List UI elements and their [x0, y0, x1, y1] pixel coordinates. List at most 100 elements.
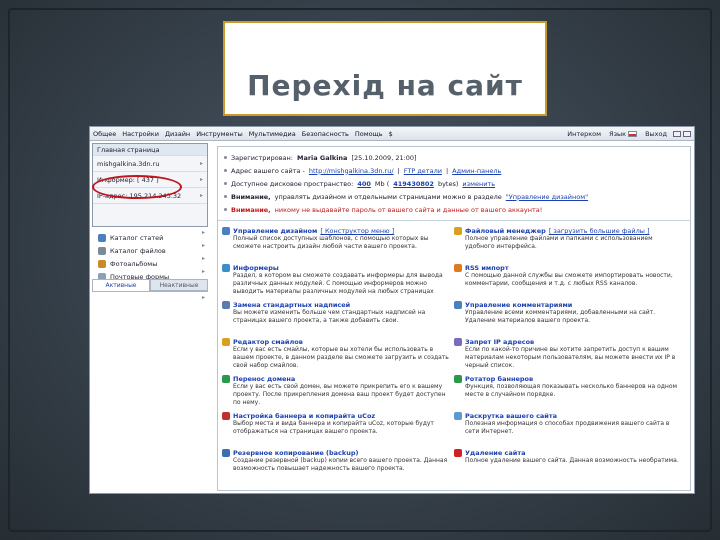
chevron-right-icon: ▸	[202, 255, 206, 262]
feature-extra-link[interactable]: [ загрузить большие файлы ]	[549, 227, 650, 235]
sidebar-empty-area	[92, 291, 208, 491]
registered-user: Maria Galkina	[296, 153, 348, 162]
feature-header: Информеры	[222, 264, 450, 272]
feature-item: Замена стандартных надписей Вы можете изм…	[222, 301, 450, 333]
bullet-icon	[224, 182, 227, 185]
sidebar-item-label: Каталог файлов	[110, 246, 166, 255]
feature-item: Настройка баннера и копирайта uCoz Выбор …	[222, 412, 450, 444]
sidebar-item-files[interactable]: Каталог файлов	[92, 244, 208, 257]
ftp-details-link[interactable]: FTP детали	[404, 167, 442, 175]
feature-description: С помощью данной службы вы сможете импор…	[465, 272, 673, 287]
minimize-icon[interactable]	[673, 130, 681, 137]
chevron-right-icon: ▸	[199, 160, 203, 167]
articles-icon	[98, 233, 106, 242]
feature-description: Если у вас есть смайлы, которые вы хотел…	[233, 346, 449, 369]
sidebar-item-photos[interactable]: Фотоальбомы	[92, 257, 208, 270]
feature-extra-link[interactable]: [ Конструктор меню ]	[320, 227, 394, 235]
interop-link[interactable]: Интерком	[567, 130, 601, 138]
slide-title: Перехід на сайт	[247, 69, 523, 102]
feature-title-link[interactable]: Настройка баннера и копирайта uCoz	[233, 412, 375, 420]
site-url-link[interactable]: http://mishgalkina.3dn.ru/	[309, 167, 394, 175]
feature-title-link[interactable]: Запрет IP адресов	[465, 338, 534, 346]
feature-title-link[interactable]: Резервное копирование (backup)	[233, 449, 358, 457]
feature-title-link[interactable]: Перенос домена	[233, 375, 295, 383]
dropdown-item-site-link[interactable]: mishgalkina.3dn.ru ▸	[93, 156, 207, 172]
dropdown-item-label: Главная страница	[97, 145, 160, 154]
menu-help[interactable]: Помощь	[355, 130, 383, 138]
feature-description: Полезная информация о способах продвижен…	[465, 420, 670, 435]
space-unit: Mb (	[374, 179, 390, 188]
info-label: Зарегистрирован:	[231, 153, 293, 162]
feature-header: Файловый менеджер[ загрузить большие фай…	[454, 227, 682, 235]
maximize-icon[interactable]	[683, 130, 691, 137]
bullet-icon	[224, 156, 227, 159]
feature-description: Создание резервной (backup) копии всего …	[233, 457, 448, 472]
sidebar-tabs: Активные Неактивные	[92, 279, 208, 291]
space-suffix: bytes)	[437, 179, 459, 188]
window-buttons	[673, 130, 691, 137]
feature-title-link[interactable]: RSS импорт	[465, 264, 509, 272]
info-label: Адрес вашего сайта -	[231, 166, 305, 175]
feature-item: Редактор смайлов Если у вас есть смайлы, …	[222, 338, 450, 370]
feature-header: Перенос домена	[222, 375, 450, 383]
tab-active[interactable]: Активные	[92, 279, 150, 291]
feature-description: Полный список доступных шаблонов, с помо…	[233, 235, 429, 250]
language-selector[interactable]: Язык	[609, 129, 638, 138]
menu-dollar[interactable]: $	[389, 130, 393, 138]
menu-general[interactable]: Общее	[93, 130, 116, 138]
feature-icon	[222, 301, 230, 309]
menu-settings[interactable]: Настройки	[122, 130, 159, 138]
feature-icon	[454, 375, 462, 383]
feature-title-link[interactable]: Редактор смайлов	[233, 338, 303, 346]
feature-title-link[interactable]: Ротатор баннеров	[465, 375, 533, 383]
feature-item: Резервное копирование (backup) Создание р…	[222, 449, 450, 481]
feature-header: Запрет IP адресов	[454, 338, 682, 346]
feature-header: Ротатор баннеров	[454, 375, 682, 383]
feature-item: Ротатор баннеров Функция, позволяющая пок…	[454, 375, 682, 407]
feature-icon	[454, 412, 462, 420]
tab-inactive[interactable]: Неактивные	[150, 279, 208, 291]
admin-panel-link[interactable]: Админ-панель	[452, 167, 501, 175]
feature-icon	[454, 338, 462, 346]
feature-description: Функция, позволяющая показывать нескольк…	[465, 383, 678, 398]
feature-title-link[interactable]: Замена стандартных надписей	[233, 301, 350, 309]
exit-link[interactable]: Выход	[645, 130, 667, 138]
feature-icon	[454, 264, 462, 272]
feature-description: Управление всеми комментариями, добавлен…	[465, 309, 656, 324]
menu-multimedia[interactable]: Мультимедиа	[249, 130, 296, 138]
chevron-right-icon: ▸	[199, 192, 203, 199]
flag-icon	[628, 130, 638, 137]
interop-label: Интерком	[567, 129, 602, 138]
highlight-ellipse	[92, 175, 182, 199]
feature-item: Перенос домена Если у вас есть свой домен…	[222, 375, 450, 407]
feature-title-link[interactable]: Управление комментариями	[465, 301, 572, 309]
feature-title-link[interactable]: Управление дизайном	[233, 227, 317, 235]
feature-title-link[interactable]: Информеры	[233, 264, 279, 272]
feature-title-link[interactable]: Файловый менеджер	[465, 227, 546, 235]
feature-item: Раскрутка вашего сайта Полезная информаци…	[454, 412, 682, 444]
change-space-link[interactable]: изменить	[462, 180, 495, 188]
feature-title-link[interactable]: Удаление сайта	[465, 449, 525, 457]
menu-tools[interactable]: Инструменты	[196, 130, 243, 138]
feature-icon	[454, 227, 462, 235]
space-used: 400	[357, 179, 371, 188]
sidebar-module-list: Каталог статей Каталог файлов Фотоальбом…	[92, 231, 208, 283]
sidebar-item-label: Фотоальбомы	[110, 259, 158, 268]
chevron-right-icon: ▸	[202, 229, 206, 236]
sidebar: Главная страница mishgalkina.3dn.ru ▸ Инф…	[92, 143, 208, 301]
sidebar-item-articles[interactable]: Каталог статей	[92, 231, 208, 244]
feature-header: Управление комментариями	[454, 301, 682, 309]
feature-header: RSS импорт	[454, 264, 682, 272]
info-warning-design: Внимание, управлять дизайном и отдельным…	[224, 190, 684, 203]
dropdown-item-home[interactable]: Главная страница	[93, 144, 207, 156]
feature-title-link[interactable]: Раскрутка вашего сайта	[465, 412, 557, 420]
feature-description: Если по какой-то причине вы хотите запре…	[465, 346, 676, 369]
feature-column-right: Файловый менеджер[ загрузить большие фай…	[454, 227, 686, 486]
chevron-right-icon: ▸	[199, 176, 203, 183]
menu-design[interactable]: Дизайн	[165, 130, 190, 138]
design-management-link[interactable]: "Управление дизайном"	[506, 193, 588, 201]
menu-security[interactable]: Безопасность	[302, 130, 349, 138]
feature-header: Резервное копирование (backup)	[222, 449, 450, 457]
info-registered: Зарегистрирован: Maria Galkina [25.10.20…	[224, 151, 684, 164]
language-label: Язык	[609, 129, 627, 138]
